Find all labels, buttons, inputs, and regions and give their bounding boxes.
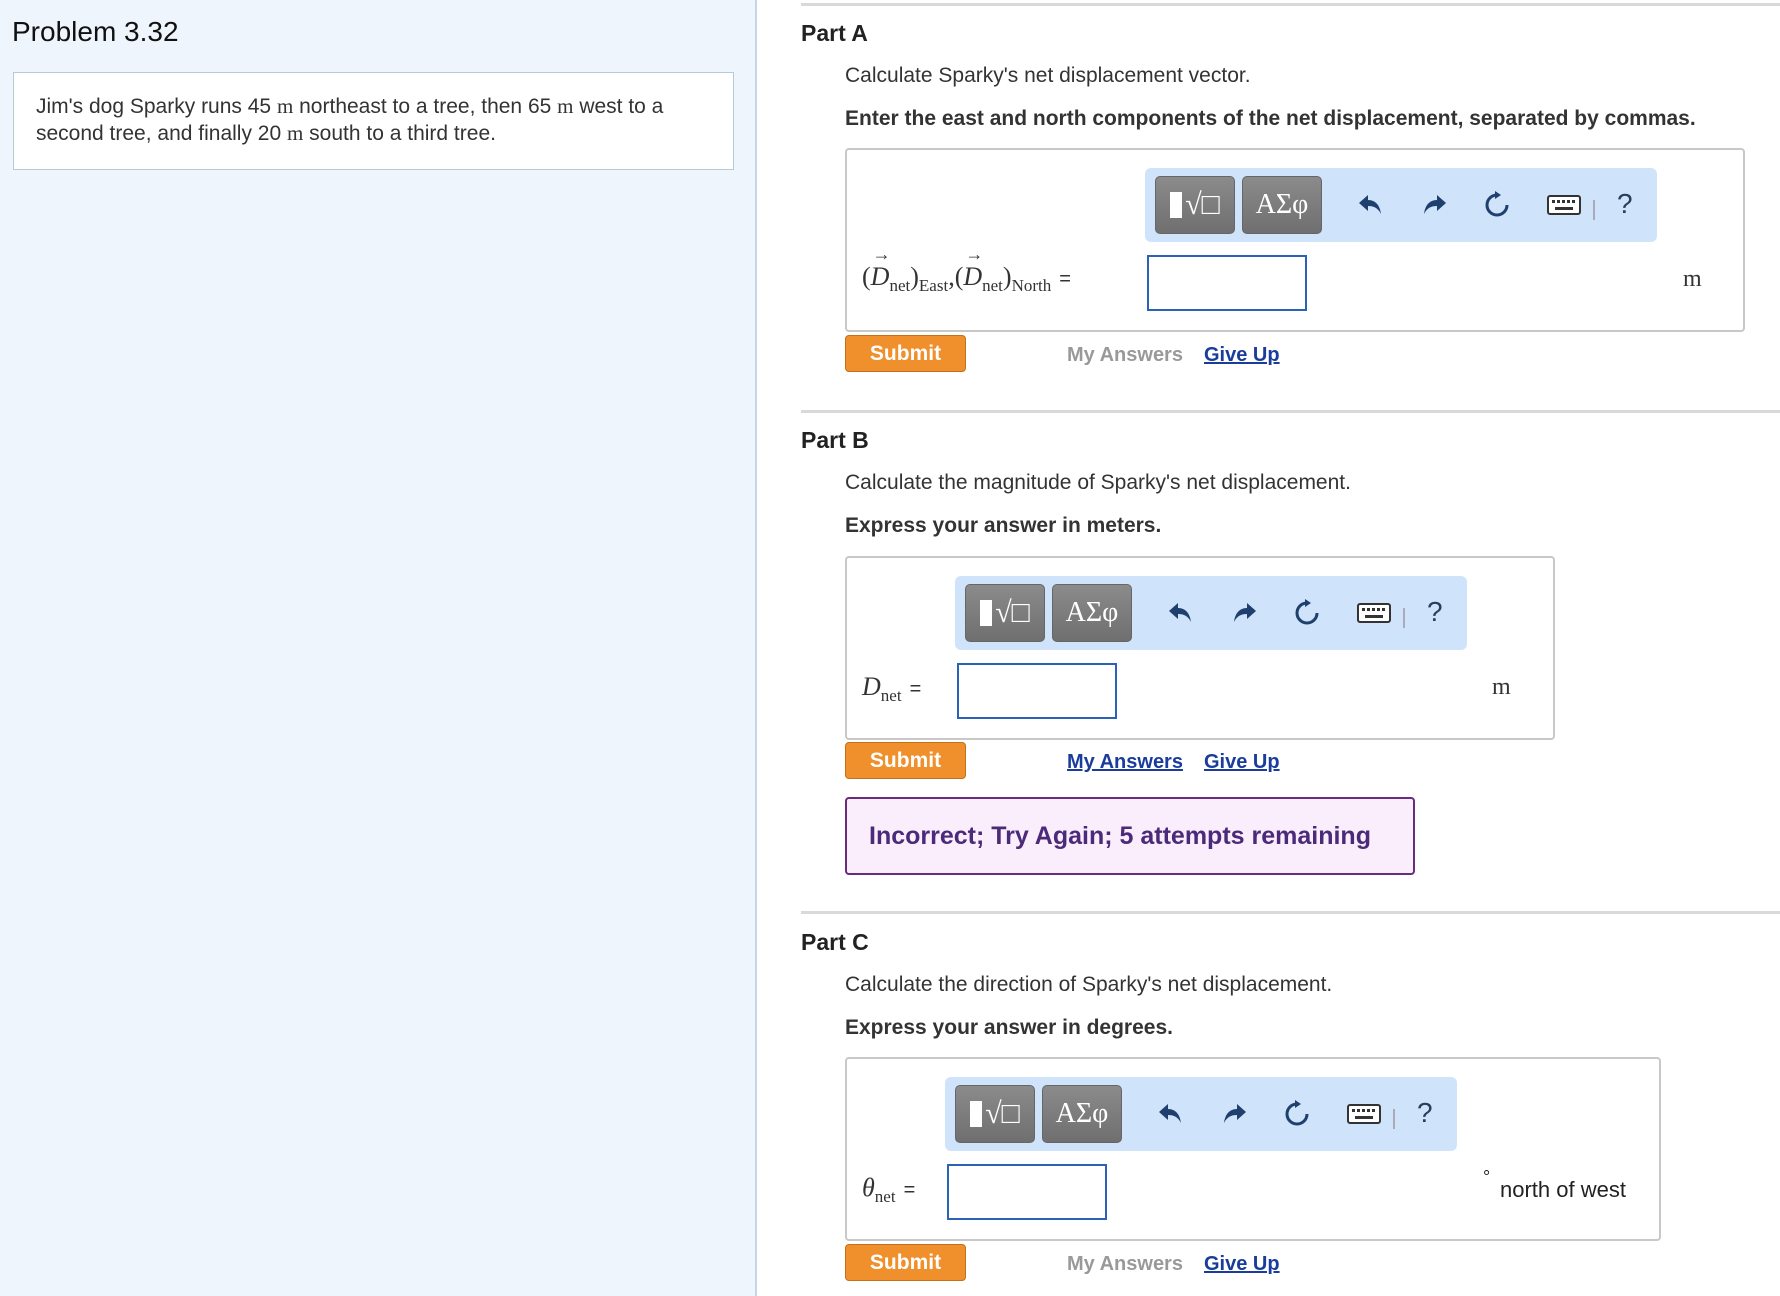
- part-c-divider: [801, 911, 1780, 914]
- part-b-answer-box: √□ ΑΣφ ? Dnet = m: [845, 556, 1555, 740]
- part-c-answer-box: √□ ΑΣφ ? θnet = ° north of west: [845, 1057, 1661, 1241]
- reset-icon[interactable]: [1278, 1095, 1316, 1133]
- problem-unit-2: m: [557, 94, 574, 118]
- part-b-submit-button[interactable]: Submit: [845, 742, 966, 779]
- problem-unit-3: m: [287, 121, 304, 145]
- part-a-divider: [801, 3, 1780, 6]
- greek-symbols-button[interactable]: ΑΣφ: [1052, 584, 1132, 642]
- help-button[interactable]: ?: [1427, 596, 1443, 628]
- part-b-give-up-link[interactable]: Give Up: [1204, 751, 1280, 774]
- part-b-divider: [801, 410, 1780, 413]
- part-b-answer-input[interactable]: [957, 663, 1117, 719]
- problem-title: Problem 3.32: [12, 16, 179, 47]
- part-c-unit: north of west: [1500, 1177, 1626, 1202]
- redo-icon[interactable]: [1215, 1095, 1253, 1133]
- undo-icon[interactable]: [1152, 1095, 1190, 1133]
- toolbar-separator: [1593, 200, 1595, 220]
- degree-symbol: °: [1483, 1167, 1491, 1187]
- part-a-title: Part A: [801, 20, 868, 46]
- sqrt-template-icon[interactable]: √□: [955, 1085, 1035, 1143]
- part-b-instruction: Express your answer in meters.: [845, 514, 1162, 537]
- part-b-feedback-message: Incorrect; Try Again; 5 attempts remaini…: [845, 797, 1415, 875]
- part-a-question: Calculate Sparky's net displacement vect…: [845, 64, 1251, 87]
- part-c-my-answers: My Answers: [1067, 1253, 1183, 1275]
- part-c-math-toolbar: √□ ΑΣφ ?: [945, 1077, 1457, 1151]
- greek-symbols-button[interactable]: ΑΣφ: [1242, 176, 1322, 234]
- part-c-instruction: Express your answer in degrees.: [845, 1016, 1173, 1039]
- problem-unit-1: m: [276, 94, 294, 118]
- part-b-title: Part B: [801, 427, 869, 453]
- reset-icon[interactable]: [1478, 186, 1516, 224]
- sqrt-template-icon[interactable]: √□: [965, 584, 1045, 642]
- part-c-title: Part C: [801, 929, 869, 955]
- toolbar-separator: [1403, 608, 1405, 628]
- part-a-instruction: Enter the east and north components of t…: [845, 107, 1696, 130]
- part-c-answer-input[interactable]: [947, 1164, 1107, 1220]
- redo-icon[interactable]: [1225, 594, 1263, 632]
- toolbar-separator: [1393, 1109, 1395, 1129]
- part-a-answer-input[interactable]: [1147, 255, 1307, 311]
- part-a-submit-button[interactable]: Submit: [845, 335, 966, 372]
- part-a-my-answers: My Answers: [1067, 344, 1183, 366]
- part-a-unit: m: [1683, 266, 1702, 292]
- undo-icon[interactable]: [1352, 186, 1390, 224]
- help-button[interactable]: ?: [1417, 1097, 1433, 1129]
- keyboard-icon[interactable]: [1345, 1095, 1383, 1133]
- part-a-variable-label: (D → net)East,(D → net)North =: [862, 244, 1071, 296]
- problem-text-4: south to a third tree.: [303, 122, 496, 145]
- part-b-my-answers-link[interactable]: My Answers: [1067, 751, 1183, 774]
- part-b-question: Calculate the magnitude of Sparky's net …: [845, 471, 1351, 494]
- part-b-variable-label: Dnet =: [862, 672, 922, 706]
- part-a-math-toolbar: √□ ΑΣφ ?: [1145, 168, 1657, 242]
- part-b-unit: m: [1492, 674, 1511, 700]
- keyboard-icon[interactable]: [1355, 594, 1393, 632]
- greek-symbols-button[interactable]: ΑΣφ: [1042, 1085, 1122, 1143]
- reset-icon[interactable]: [1288, 594, 1326, 632]
- help-button[interactable]: ?: [1617, 188, 1633, 220]
- sqrt-template-icon[interactable]: √□: [1155, 176, 1235, 234]
- problem-pane: Problem 3.32 Jim's dog Sparky runs 45 m …: [0, 0, 757, 1296]
- part-a-give-up-link[interactable]: Give Up: [1204, 344, 1280, 367]
- keyboard-icon[interactable]: [1545, 186, 1583, 224]
- part-c-give-up-link[interactable]: Give Up: [1204, 1253, 1280, 1276]
- redo-icon[interactable]: [1415, 186, 1453, 224]
- part-c-question: Calculate the direction of Sparky's net …: [845, 973, 1333, 996]
- part-c-variable-label: θnet =: [862, 1173, 916, 1207]
- part-c-submit-button[interactable]: Submit: [845, 1244, 966, 1281]
- part-b-math-toolbar: √□ ΑΣφ ?: [955, 576, 1467, 650]
- problem-text-2: northeast to a tree, then 65: [293, 95, 558, 118]
- undo-icon[interactable]: [1162, 594, 1200, 632]
- problem-text-1: Jim's dog Sparky runs 45: [36, 95, 277, 118]
- part-a-answer-box: √□ ΑΣφ ? (D → net)East,(D → net)North = m: [845, 148, 1745, 332]
- problem-statement: Jim's dog Sparky runs 45 m northeast to …: [13, 72, 734, 170]
